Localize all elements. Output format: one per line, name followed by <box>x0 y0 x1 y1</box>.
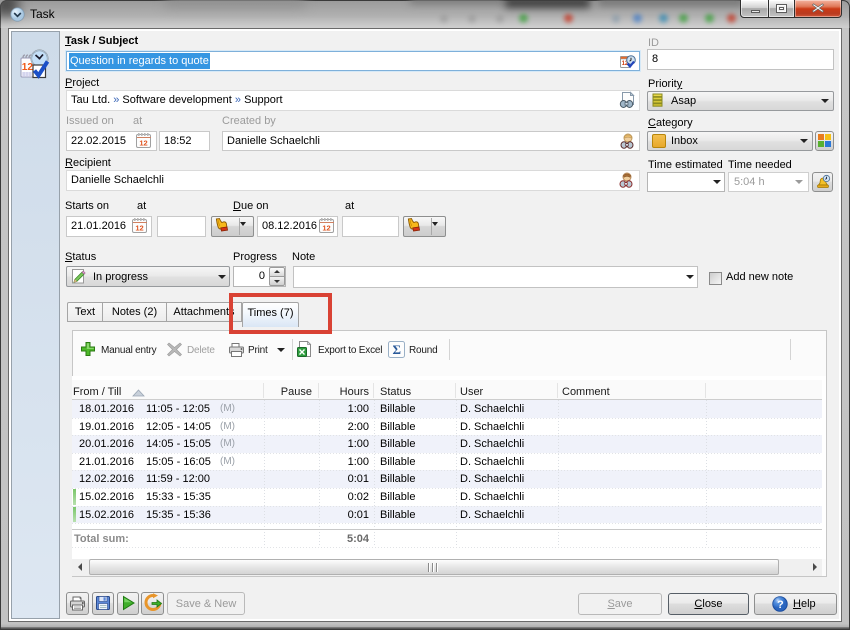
svg-text:12: 12 <box>322 224 330 233</box>
svg-text:12: 12 <box>135 224 143 233</box>
svg-text:12: 12 <box>22 62 34 73</box>
svg-text:?: ? <box>777 599 784 611</box>
svg-text:Σ: Σ <box>393 342 402 357</box>
svg-text:12: 12 <box>139 139 147 148</box>
